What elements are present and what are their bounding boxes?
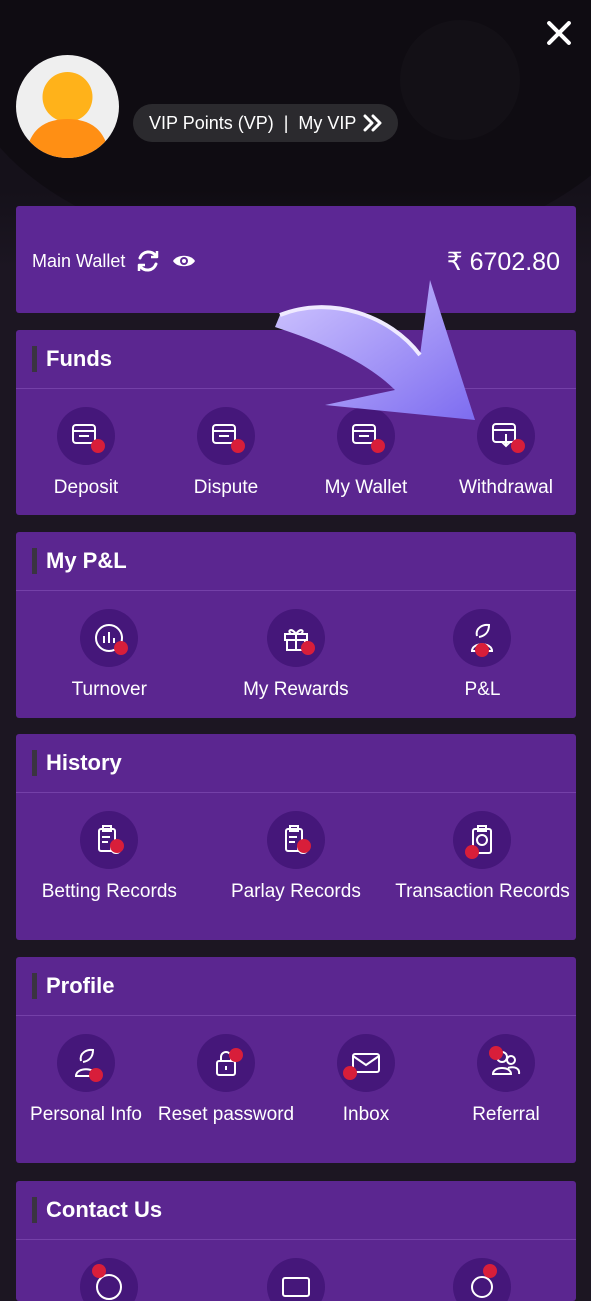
pl-button[interactable]: P&L <box>389 609 576 700</box>
parlay-records-label: Parlay Records <box>230 881 361 902</box>
dispute-button[interactable]: Dispute <box>156 407 296 498</box>
vip-link[interactable]: VIP Points (VP) | My VIP <box>133 104 399 142</box>
my-rewards-label: My Rewards <box>243 679 349 700</box>
pl-label: P&L <box>464 679 501 700</box>
withdrawal-button[interactable]: Withdrawal <box>436 407 576 498</box>
deposit-button[interactable]: Deposit <box>16 407 156 498</box>
user-avatar-icon <box>26 72 109 158</box>
person-icon <box>57 1034 115 1092</box>
main-wallet-card: Main Wallet ₹ 6702.80 <box>16 206 576 313</box>
transaction-records-label: Transaction Records <box>395 881 570 902</box>
close-button[interactable] <box>540 14 578 52</box>
section-title: Funds <box>46 346 112 371</box>
vip-points-label: VIP Points (VP) <box>149 112 274 133</box>
turnover-button[interactable]: Turnover <box>16 609 203 700</box>
turnover-icon <box>80 609 139 667</box>
parlay-records-icon <box>266 811 325 869</box>
avatar[interactable] <box>16 55 119 158</box>
wallet-icon <box>337 407 395 465</box>
transaction-records-icon <box>453 811 512 869</box>
deposit-label: Deposit <box>53 477 119 498</box>
my-wallet-label: My Wallet <box>324 477 408 498</box>
turnover-label: Turnover <box>71 679 147 700</box>
reset-password-label: Reset password <box>157 1104 295 1125</box>
section-title: My P&L <box>46 548 127 573</box>
inbox-button[interactable]: Inbox <box>296 1034 436 1125</box>
deposit-icon <box>57 407 115 465</box>
section-marker <box>32 750 37 776</box>
my-vip-label: My VIP <box>298 112 357 133</box>
vip-separator: | <box>283 112 289 133</box>
lock-icon <box>197 1034 255 1092</box>
history-section: History Betting Records Parlay Records T… <box>16 734 576 940</box>
section-marker <box>32 973 37 999</box>
refresh-icon[interactable] <box>135 248 161 274</box>
double-chevron-right-icon <box>363 114 382 132</box>
section-marker <box>32 548 37 574</box>
main-wallet-label: Main Wallet <box>32 250 126 271</box>
section-title: Contact Us <box>46 1197 163 1222</box>
funds-section: Funds Deposit Dispute My Wallet Withdraw… <box>16 330 576 515</box>
eye-icon[interactable] <box>171 252 197 270</box>
section-title: History <box>46 750 122 775</box>
my-rewards-button[interactable]: My Rewards <box>203 609 390 700</box>
wallet-balance: ₹ 6702.80 <box>446 248 560 276</box>
dispute-label: Dispute <box>193 477 259 498</box>
inbox-label: Inbox <box>342 1104 390 1125</box>
section-title: Profile <box>46 973 115 998</box>
parlay-records-button[interactable]: Parlay Records <box>203 811 390 902</box>
betting-records-label: Betting Records <box>41 881 177 902</box>
reset-password-button[interactable]: Reset password <box>156 1034 296 1125</box>
pl-section: My P&L Turnover My Rewards P&L <box>16 532 576 718</box>
referral-button[interactable]: Referral <box>436 1034 576 1125</box>
withdrawal-label: Withdrawal <box>459 477 553 498</box>
dispute-icon <box>197 407 255 465</box>
withdrawal-icon <box>477 407 535 465</box>
header-decor-circle <box>400 20 520 140</box>
profile-section: Profile Personal Info Reset password Inb… <box>16 957 576 1163</box>
betting-records-icon <box>80 811 139 869</box>
personal-info-label: Personal Info <box>30 1104 142 1125</box>
betting-records-button[interactable]: Betting Records <box>16 811 203 902</box>
section-marker <box>32 1197 37 1223</box>
referral-icon <box>477 1034 535 1092</box>
my-wallet-button[interactable]: My Wallet <box>296 407 436 498</box>
transaction-records-button[interactable]: Transaction Records <box>389 811 576 902</box>
gift-icon <box>266 609 325 667</box>
personal-info-button[interactable]: Personal Info <box>16 1034 156 1125</box>
section-marker <box>32 346 37 372</box>
contact-section: Contact Us <box>16 1181 576 1301</box>
referral-label: Referral <box>472 1104 540 1125</box>
profile-leaf-icon <box>453 609 512 667</box>
mail-icon <box>337 1034 395 1092</box>
